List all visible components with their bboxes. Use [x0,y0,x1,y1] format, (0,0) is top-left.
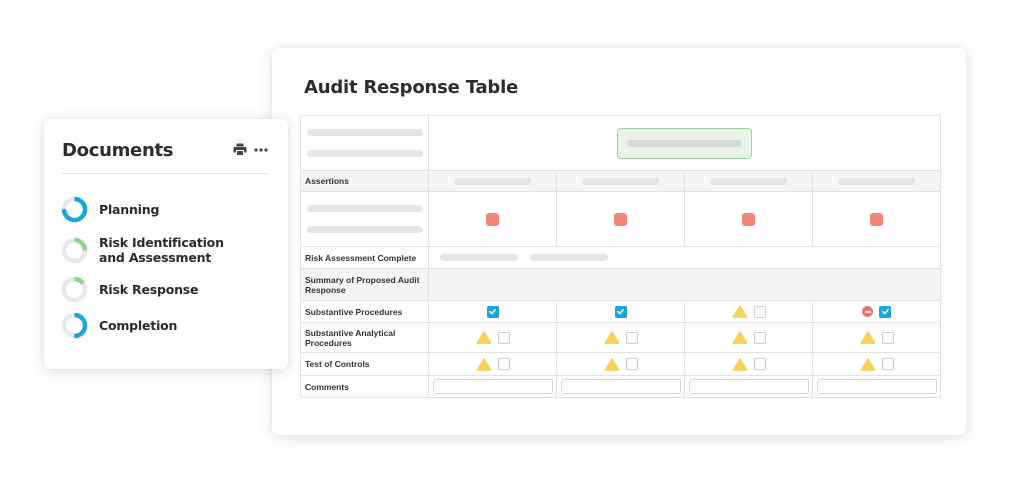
checkbox-unchecked[interactable] [881,331,894,344]
alert-marker[interactable] [486,212,499,226]
warning-icon [603,331,620,344]
checkbox-unchecked[interactable] [625,331,638,344]
checkbox-checked[interactable] [486,305,499,318]
alert-marker[interactable] [870,212,883,226]
warning-icon [603,357,620,371]
header-placeholder-box [617,127,752,159]
warning-icon [859,357,876,371]
documents-card: Documents Planning Risk Identification a… [44,119,288,369]
documents-title: Documents [62,140,174,161]
table-row: Substantive Analytical Procedures [300,322,941,353]
document-item-risk-identification[interactable]: Risk Identification and Assessment [61,235,229,265]
table-row: Comments [300,375,941,398]
row-label-risk-assessment: Risk Assessment Complete [300,246,429,269]
checkbox-unchecked[interactable] [497,358,510,370]
header-label-cell [300,115,429,171]
print-icon[interactable] [233,143,247,156]
page-title: Audit Response Table [304,77,519,98]
warning-icon [731,331,748,344]
audit-response-table: Assertions Risk Assessment Complete Summ… [300,115,941,398]
warning-icon [731,357,748,371]
table-header-row [300,115,941,171]
blocked-icon [862,306,873,317]
audit-response-card: Audit Response Table Assertions Risk Ass… [272,48,966,435]
checkbox-unchecked[interactable] [497,331,510,344]
header-title-cell [428,115,941,171]
table-row: Assertions [300,170,941,192]
progress-ring-icon [61,312,88,339]
comment-input[interactable] [560,379,681,394]
warning-icon [859,331,876,344]
comment-input[interactable] [816,379,937,394]
table-row: Test of Controls [300,352,941,376]
warning-icon [475,331,492,344]
checkbox-checked[interactable] [614,305,627,318]
progress-ring-icon [61,196,88,223]
alert-marker[interactable] [614,212,627,226]
table-row [300,191,941,247]
table-row: Summary of Proposed Audit Response [300,268,941,301]
warning-icon [731,305,748,318]
row-label-assertions: Assertions [300,170,429,192]
row-label-substantive: Substantive Procedures [300,300,429,323]
table-row: Risk Assessment Complete [300,246,941,269]
checkbox-unchecked[interactable] [881,358,894,370]
row-label-comments: Comments [300,375,429,398]
progress-ring-icon [61,237,88,263]
row-label-summary: Summary of Proposed Audit Response [300,268,429,301]
checkbox-checked[interactable] [879,305,891,318]
document-item-completion[interactable]: Completion [61,312,177,339]
row-label-controls: Test of Controls [300,352,429,376]
checkbox-unchecked[interactable] [753,331,766,344]
warning-icon [475,357,492,371]
checkbox-unchecked[interactable] [625,358,638,370]
checkbox-unchecked[interactable] [753,305,766,318]
more-icon[interactable] [254,147,268,152]
progress-ring-icon [61,276,88,303]
comment-input[interactable] [432,379,553,394]
document-item-planning[interactable]: Planning [61,196,159,223]
alert-marker[interactable] [742,212,755,226]
checkbox-unchecked[interactable] [753,358,766,370]
comment-input[interactable] [688,379,809,394]
table-row: Substantive Procedures [300,300,941,323]
row-label-analytical: Substantive Analytical Procedures [300,322,429,353]
document-item-risk-response[interactable]: Risk Response [61,276,199,303]
